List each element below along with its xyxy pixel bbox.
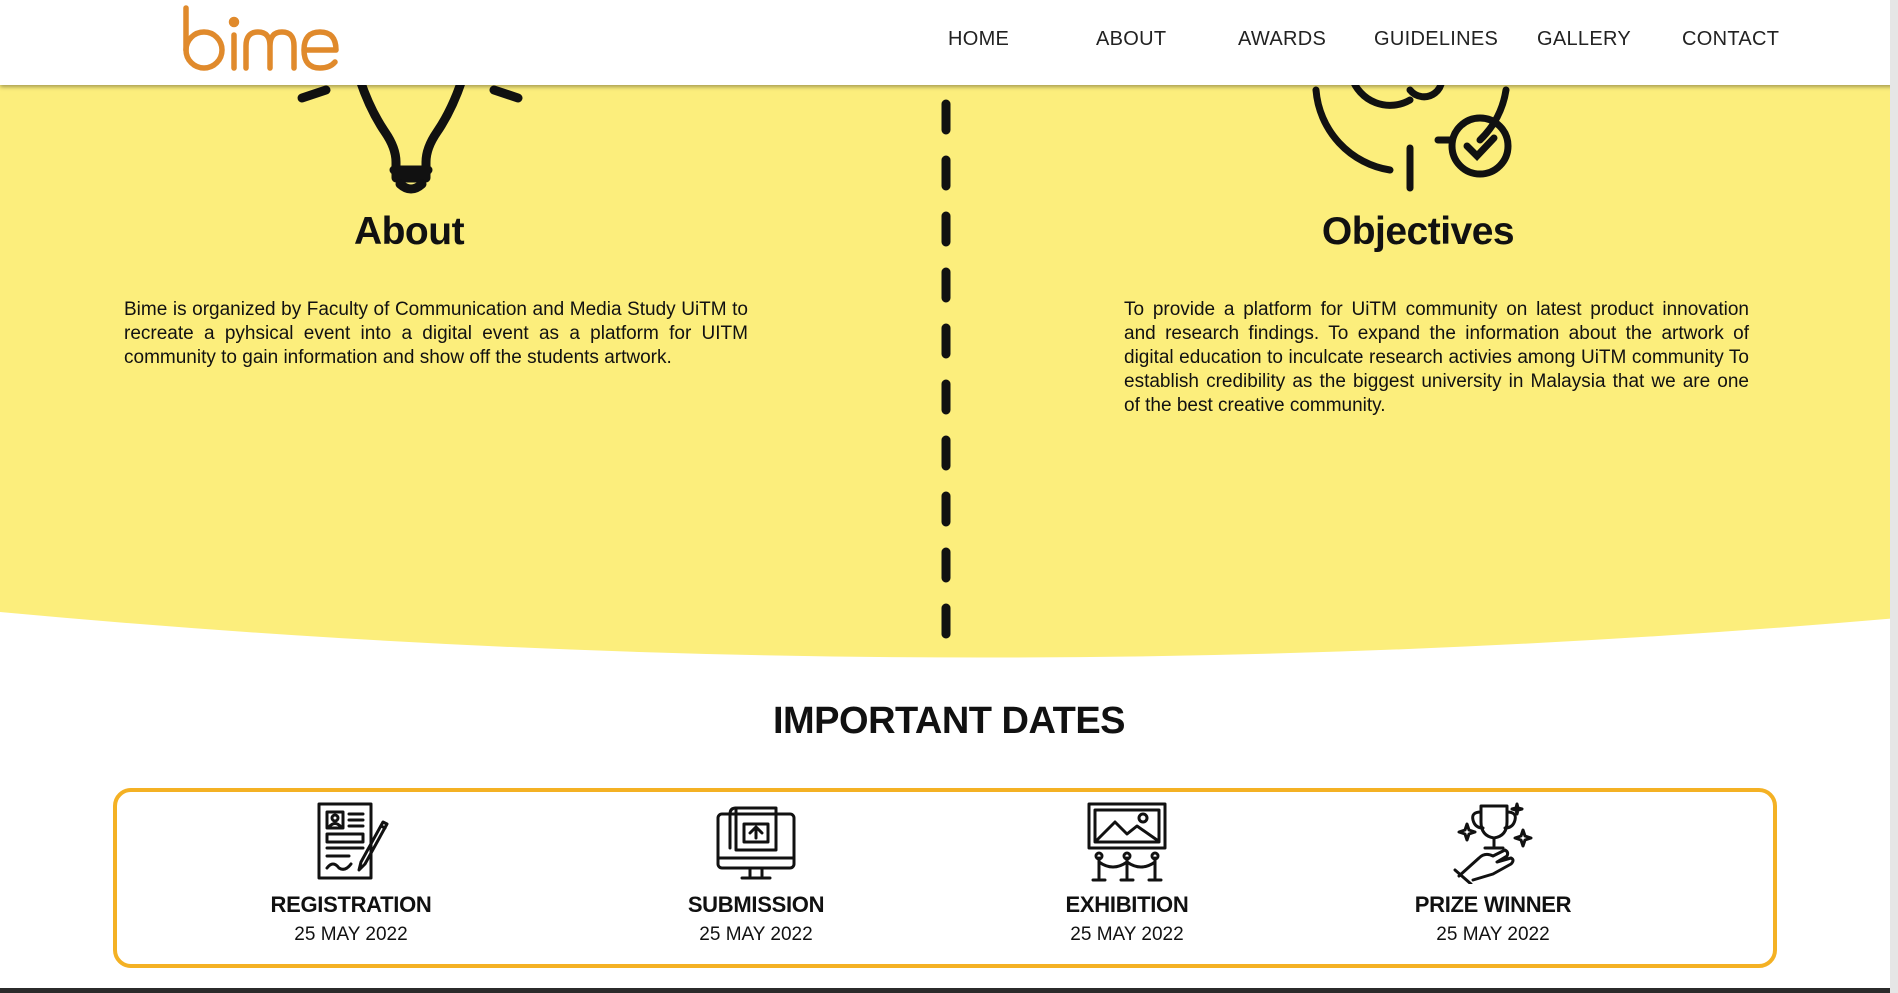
objectives-title: Objectives <box>1321 210 1515 253</box>
date-label-exhibition: EXHIBITION <box>1065 892 1189 917</box>
trophy-hand-icon <box>1453 802 1533 884</box>
nav-guidelines[interactable]: GUIDELINES <box>1374 28 1498 51</box>
scrollbar-track[interactable] <box>1890 0 1898 993</box>
date-value-registration: 25 MAY 2022 <box>294 924 408 945</box>
date-item-registration: REGISTRATION 25 MAY 2022 <box>201 800 501 946</box>
date-label-registration: REGISTRATION <box>270 892 432 917</box>
upload-monitor-icon <box>716 806 796 880</box>
date-label-prize-winner: PRIZE WINNER <box>1414 892 1572 917</box>
date-item-exhibition: EXHIBITION 25 MAY 2022 <box>977 800 1277 946</box>
date-value-submission: 25 MAY 2022 <box>699 924 813 945</box>
objectives-text: To provide a platform for UiTM community… <box>1124 299 1749 416</box>
nav-about[interactable]: ABOUT <box>1096 28 1166 51</box>
lightbulb-icon <box>297 75 523 194</box>
exhibition-picture-icon <box>1087 802 1167 882</box>
about-title: About <box>353 210 465 253</box>
about-text: Bime is organized by Faculty of Communic… <box>124 299 748 368</box>
date-label-submission: SUBMISSION <box>687 892 825 917</box>
date-item-submission: SUBMISSION 25 MAY 2022 <box>606 800 906 946</box>
section-divider <box>941 99 951 653</box>
date-value-prize-winner: 25 MAY 2022 <box>1436 924 1550 945</box>
date-item-prize-winner: PRIZE WINNER 25 MAY 2022 <box>1343 800 1643 946</box>
page-bottom-edge <box>0 988 1898 993</box>
nav-home[interactable]: HOME <box>948 28 1009 51</box>
nav-gallery[interactable]: GALLERY <box>1537 28 1631 51</box>
nav-awards[interactable]: AWARDS <box>1238 28 1326 51</box>
site-header: HOME ABOUT AWARDS GUIDELINES GALLERY CON… <box>0 0 1898 85</box>
registration-form-icon <box>317 802 389 880</box>
date-value-exhibition: 25 MAY 2022 <box>1070 924 1184 945</box>
nav-contact[interactable]: CONTACT <box>1682 28 1779 51</box>
bime-logo[interactable] <box>178 2 340 78</box>
important-dates-title: IMPORTANT DATES <box>772 700 1126 742</box>
